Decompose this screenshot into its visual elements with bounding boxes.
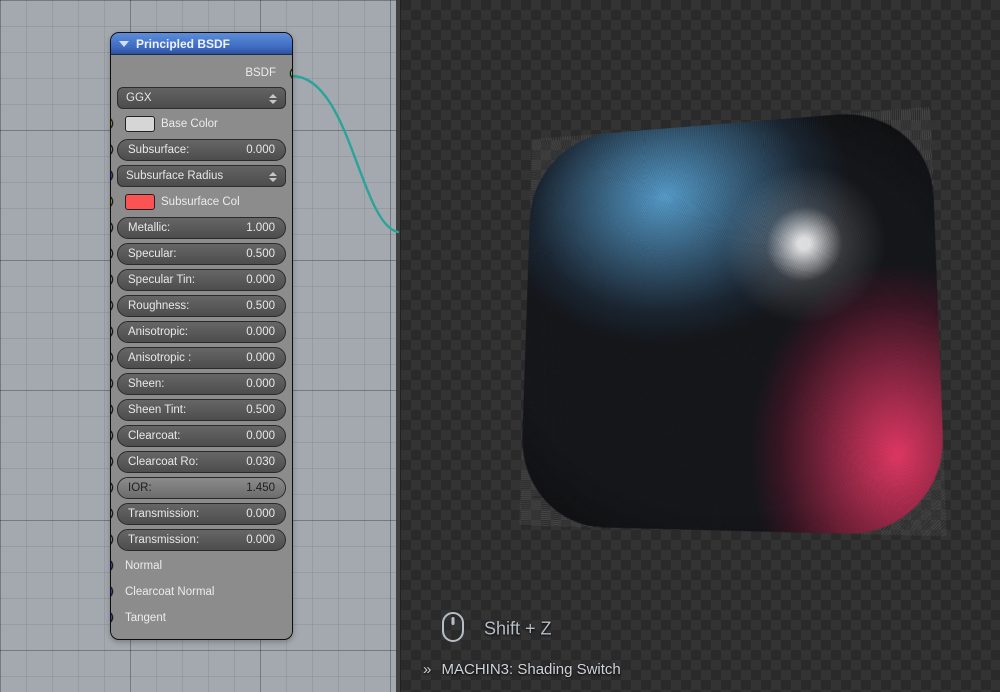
subsurface-color-row[interactable]: Subsurface Col <box>117 191 286 213</box>
normal-input-row[interactable]: Normal <box>117 555 286 577</box>
mouse-icon <box>441 611 465 648</box>
collapse-icon[interactable] <box>119 41 129 47</box>
subsurface-radius-socket[interactable] <box>110 169 113 182</box>
anisotropic-rotation-field[interactable]: Anisotropic : 0.000 <box>117 347 286 369</box>
tangent-label: Tangent <box>125 612 166 624</box>
subsurface-radius-label: Subsurface Radius <box>126 170 223 182</box>
anisotropic-socket[interactable] <box>110 325 113 338</box>
distribution-dropdown[interactable]: GGX <box>117 87 286 109</box>
base-color-row[interactable]: Base Color <box>117 113 286 135</box>
subsurface-radius-row[interactable]: Subsurface Radius <box>117 165 286 187</box>
ior-field[interactable]: IOR: 1.450 <box>117 477 286 499</box>
metallic-row[interactable]: Metallic: 1.000 <box>117 217 286 239</box>
transmission-roughness-socket[interactable] <box>110 533 113 546</box>
clearcoat-roughness-field[interactable]: Clearcoat Ro: 0.030 <box>117 451 286 473</box>
transmission-field[interactable]: Transmission: 0.000 <box>117 503 286 525</box>
clearcoat-row[interactable]: Clearcoat: 0.000 <box>117 425 286 447</box>
roughness-socket[interactable] <box>110 299 113 312</box>
subsurface-field[interactable]: Subsurface: 0.000 <box>117 139 286 161</box>
node-connection-curve <box>290 74 402 236</box>
clearcoat-normal-input-row[interactable]: Clearcoat Normal <box>117 581 286 603</box>
tangent-socket[interactable] <box>110 611 113 624</box>
output-socket[interactable] <box>290 67 293 80</box>
clearcoat-field[interactable]: Clearcoat: 0.000 <box>117 425 286 447</box>
metallic-field[interactable]: Metallic: 1.000 <box>117 217 286 239</box>
normal-label: Normal <box>125 560 162 572</box>
subsurface-row[interactable]: Subsurface: 0.000 <box>117 139 286 161</box>
rendered-cube <box>519 107 946 536</box>
shortcut-text: Shift + Z <box>484 618 552 638</box>
specular-tint-socket[interactable] <box>110 273 113 286</box>
ior-socket[interactable] <box>110 481 113 494</box>
anisotropic-rotation-row[interactable]: Anisotropic : 0.000 <box>117 347 286 369</box>
tangent-input-row[interactable]: Tangent <box>117 607 286 629</box>
sheen-socket[interactable] <box>110 377 113 390</box>
dropdown-arrows-icon <box>269 168 279 186</box>
roughness-field[interactable]: Roughness: 0.500 <box>117 295 286 317</box>
node-body: BSDF GGX Base Color Subsurface: 0.000 <box>111 55 292 639</box>
specular-socket[interactable] <box>110 247 113 260</box>
ior-row[interactable]: IOR: 1.450 <box>117 477 286 499</box>
distribution-dropdown-row[interactable]: GGX <box>117 87 286 109</box>
metallic-socket[interactable] <box>110 221 113 234</box>
status-line: » MACHIN3: Shading Switch <box>423 661 621 678</box>
base-color-socket[interactable] <box>110 117 113 130</box>
normal-socket[interactable] <box>110 559 113 572</box>
sheen-tint-socket[interactable] <box>110 403 113 416</box>
clearcoat-normal-label: Clearcoat Normal <box>125 586 214 598</box>
subsurface-color-label: Subsurface Col <box>161 196 240 208</box>
principled-bsdf-node[interactable]: Principled BSDF BSDF GGX Base Color <box>110 32 293 640</box>
sheen-tint-field[interactable]: Sheen Tint: 0.500 <box>117 399 286 421</box>
status-text: MACHIN3: Shading Switch <box>442 661 621 678</box>
chevron-right-icon: » <box>423 661 433 678</box>
transmission-roughness-field[interactable]: Transmission: 0.000 <box>117 529 286 551</box>
dropdown-arrows-icon <box>269 90 279 108</box>
anisotropic-rotation-socket[interactable] <box>110 351 113 364</box>
specular-tint-field[interactable]: Specular Tin: 0.000 <box>117 269 286 291</box>
distribution-value: GGX <box>126 92 152 104</box>
sheen-field[interactable]: Sheen: 0.000 <box>117 373 286 395</box>
base-color-swatch[interactable] <box>125 116 155 132</box>
specular-field[interactable]: Specular: 0.500 <box>117 243 286 265</box>
clearcoat-normal-socket[interactable] <box>110 585 113 598</box>
subsurface-radius-dropdown[interactable]: Subsurface Radius <box>117 165 286 187</box>
base-color-label: Base Color <box>161 118 218 130</box>
output-bsdf-row: BSDF <box>117 63 286 83</box>
roughness-row[interactable]: Roughness: 0.500 <box>117 295 286 317</box>
transmission-socket[interactable] <box>110 507 113 520</box>
output-label: BSDF <box>245 67 276 79</box>
sheen-tint-row[interactable]: Sheen Tint: 0.500 <box>117 399 286 421</box>
clearcoat-socket[interactable] <box>110 429 113 442</box>
specular-row[interactable]: Specular: 0.500 <box>117 243 286 265</box>
sheen-row[interactable]: Sheen: 0.000 <box>117 373 286 395</box>
render-noise-overlay <box>519 107 946 536</box>
subsurface-color-socket[interactable] <box>110 195 113 208</box>
transmission-roughness-row[interactable]: Transmission: 0.000 <box>117 529 286 551</box>
clearcoat-roughness-row[interactable]: Clearcoat Ro: 0.030 <box>117 451 286 473</box>
anisotropic-row[interactable]: Anisotropic: 0.000 <box>117 321 286 343</box>
viewport-pane[interactable]: Shift + Z » MACHIN3: Shading Switch <box>400 0 1000 692</box>
anisotropic-field[interactable]: Anisotropic: 0.000 <box>117 321 286 343</box>
subsurface-color-swatch[interactable] <box>125 194 155 210</box>
subsurface-socket[interactable] <box>110 143 113 156</box>
shortcut-hint: Shift + Z <box>441 611 552 648</box>
node-editor-pane[interactable]: Principled BSDF BSDF GGX Base Color <box>0 0 400 692</box>
specular-tint-row[interactable]: Specular Tin: 0.000 <box>117 269 286 291</box>
node-title: Principled BSDF <box>136 37 230 51</box>
node-header[interactable]: Principled BSDF <box>111 33 292 55</box>
transmission-row[interactable]: Transmission: 0.000 <box>117 503 286 525</box>
clearcoat-roughness-socket[interactable] <box>110 455 113 468</box>
